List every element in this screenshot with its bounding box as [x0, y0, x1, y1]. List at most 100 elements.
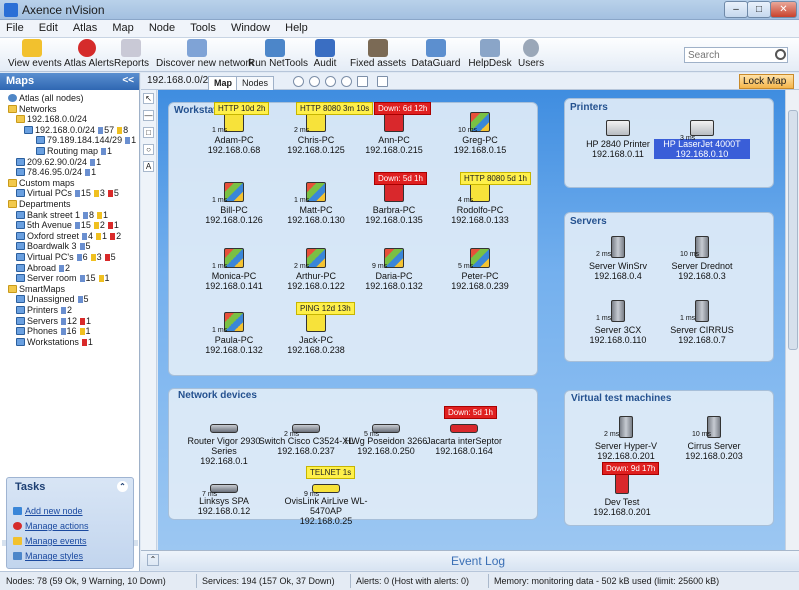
- menu-map[interactable]: Map: [106, 20, 139, 36]
- tree-item[interactable]: Networks: [8, 104, 57, 115]
- grid-icon[interactable]: [357, 76, 368, 87]
- node-ip: 192.168.0.132: [365, 281, 423, 291]
- map-node[interactable]: 2 ms Server Hyper-V 192.168.0.201: [578, 416, 674, 461]
- event-log-bar[interactable]: ⌃ Event Log: [141, 550, 799, 570]
- lock-map-button[interactable]: Lock Map: [739, 74, 794, 89]
- atlas-alerts-button[interactable]: Atlas Alerts: [64, 39, 114, 71]
- search-input[interactable]: [684, 47, 788, 63]
- map-node[interactable]: 10 ms Greg-PC 192.168.0.15: [432, 112, 528, 155]
- tree-item[interactable]: 192.168.0.0/24 57 8: [24, 125, 128, 136]
- menu-edit[interactable]: Edit: [33, 20, 64, 36]
- map-node[interactable]: 5 ms Peter-PC 192.168.0.239: [432, 248, 528, 291]
- map-node[interactable]: Jack-PC 192.168.0.238: [268, 312, 364, 355]
- tree-item[interactable]: SmartMaps: [8, 284, 65, 295]
- map-node[interactable]: 3 ms HP LaserJet 4000T 192.168.0.10: [654, 120, 750, 159]
- menu-node[interactable]: Node: [143, 20, 181, 36]
- tree-item[interactable]: Servers 12 1: [16, 316, 91, 327]
- tree-item[interactable]: Unassigned 5: [16, 294, 89, 305]
- collapse-pane-button[interactable]: <<: [122, 75, 134, 86]
- map-node[interactable]: 2 ms Server WinSrv 192.168.0.4: [570, 236, 666, 281]
- tree-item[interactable]: Phones 16 1: [16, 326, 91, 337]
- tree-item[interactable]: 192.168.0.0/24: [16, 114, 87, 125]
- map-node[interactable]: Dev Test 192.168.0.201: [574, 472, 670, 517]
- down-count-icon: [107, 190, 113, 198]
- menu-file[interactable]: File: [0, 20, 30, 36]
- map-node[interactable]: Barbra-PC 192.168.0.135: [346, 182, 442, 225]
- task-manage-events[interactable]: Manage events: [13, 536, 87, 546]
- tree-item[interactable]: Departments: [8, 199, 71, 210]
- users-button[interactable]: Users: [518, 39, 544, 71]
- tree-item[interactable]: Printers 2: [16, 305, 72, 316]
- task-manage-styles[interactable]: Manage styles: [13, 551, 83, 561]
- audit-button[interactable]: Audit: [310, 39, 340, 71]
- map-node[interactable]: 7 ms Linksys SPA 192.168.0.12: [176, 476, 272, 516]
- tree-item[interactable]: Boardwalk 35: [16, 241, 91, 252]
- map-scrollbar[interactable]: [785, 90, 799, 550]
- tree-item[interactable]: Routing map 1: [36, 146, 112, 157]
- response-time: 1 ms: [212, 127, 228, 134]
- tree-item[interactable]: Atlas (all nodes): [8, 93, 84, 104]
- helpdesk-button[interactable]: HelpDesk: [466, 39, 514, 71]
- node-name: Server WinSrv: [588, 261, 647, 271]
- tab-map[interactable]: Map: [208, 76, 238, 90]
- reports-button[interactable]: Reports: [114, 39, 149, 71]
- menu-window[interactable]: Window: [225, 20, 276, 36]
- tab-nodes[interactable]: Nodes: [236, 76, 275, 90]
- map-node[interactable]: 9 ms Daria-PC 192.168.0.132: [346, 248, 442, 291]
- zoom-out-icon[interactable]: [309, 76, 320, 87]
- tree-item[interactable]: 79.189.184.144/29 1: [36, 135, 136, 146]
- minimize-button[interactable]: –: [724, 1, 748, 18]
- tree-item[interactable]: 78.46.95.0/24 1: [16, 167, 96, 178]
- map-node[interactable]: HP 2840 Printer 192.168.0.11: [570, 120, 666, 159]
- menu-help[interactable]: Help: [279, 20, 314, 36]
- tree-item[interactable]: Custom maps: [8, 178, 75, 189]
- tree-item[interactable]: Oxford street 4 1 2: [16, 231, 121, 242]
- menu-atlas[interactable]: Atlas: [67, 20, 103, 36]
- ellipse-tool-icon[interactable]: ○: [143, 144, 154, 155]
- map-canvas[interactable]: Workstations Printers Servers Network de…: [158, 90, 785, 550]
- tree-item[interactable]: Bank street 181: [16, 210, 108, 221]
- run-nettools-button[interactable]: Run NetTools: [248, 39, 308, 71]
- tree-item[interactable]: Server room 15 1: [16, 273, 110, 284]
- discover-network-button[interactable]: Discover new network: [156, 39, 254, 71]
- collapse-tasks-button[interactable]: ⌃: [117, 481, 128, 492]
- connect-tool-icon[interactable]: —: [143, 110, 154, 121]
- search-icon[interactable]: [775, 49, 786, 60]
- status-badge: Down: 6d 12h: [374, 102, 432, 115]
- server-icon: [615, 472, 629, 494]
- maximize-button[interactable]: □: [747, 1, 771, 18]
- warning-count-icon: [96, 232, 102, 240]
- tree-item[interactable]: 209.62.90.0/24 1: [16, 157, 101, 168]
- network-map-icon: [16, 189, 25, 198]
- text-tool-icon[interactable]: A: [143, 161, 154, 172]
- tree-item[interactable]: Workstations 1: [16, 337, 93, 348]
- task-manage-actions[interactable]: Manage actions: [13, 521, 89, 531]
- map-node[interactable]: 9 ms OvisLink AirLive WL-5470AP 192.168.0.…: [278, 476, 374, 526]
- maps-pane-header: Maps <<: [0, 73, 139, 90]
- tree-item[interactable]: 5th Avenue 15 2 1: [16, 220, 119, 231]
- tree-item[interactable]: Virtual PCs 15 3 5: [16, 188, 119, 199]
- pointer-tool-icon[interactable]: ↖: [143, 93, 154, 104]
- map-node[interactable]: 10 ms Cirrus Server 192.168.0.203: [666, 416, 762, 461]
- task-add-new-node[interactable]: Add new node: [13, 506, 83, 516]
- map-node[interactable]: Jacarta interSeptor 192.168.0.164: [416, 416, 512, 456]
- map-node[interactable]: 1 ms Server 3CX 192.168.0.110: [570, 300, 666, 345]
- map-node[interactable]: 4 ms Rodolfo-PC 192.168.0.133: [432, 182, 528, 225]
- close-button[interactable]: ✕: [770, 1, 797, 18]
- zoom-reset-icon[interactable]: [341, 76, 352, 87]
- shape-tool-icon[interactable]: □: [143, 127, 154, 138]
- tree-item[interactable]: Abroad 2: [16, 263, 70, 274]
- zoom-fit-icon[interactable]: [325, 76, 336, 87]
- fixed-assets-button[interactable]: Fixed assets: [350, 39, 406, 71]
- layout-icon[interactable]: [377, 76, 388, 87]
- dataguard-button[interactable]: DataGuard: [410, 39, 462, 71]
- menu-tools[interactable]: Tools: [184, 20, 222, 36]
- view-events-button[interactable]: View events: [8, 39, 62, 71]
- zoom-in-icon[interactable]: [293, 76, 304, 87]
- map-node[interactable]: 10 ms Server Drednot 192.168.0.3: [654, 236, 750, 281]
- map-node[interactable]: 1 ms Server CIRRUS 192.168.0.7: [654, 300, 750, 345]
- tree-item[interactable]: Virtual PC's 6 3 5: [16, 252, 116, 263]
- map-node[interactable]: Ann-PC 192.168.0.215: [346, 112, 442, 155]
- chevron-up-icon[interactable]: ⌃: [147, 554, 159, 566]
- scrollbar-thumb[interactable]: [788, 110, 798, 350]
